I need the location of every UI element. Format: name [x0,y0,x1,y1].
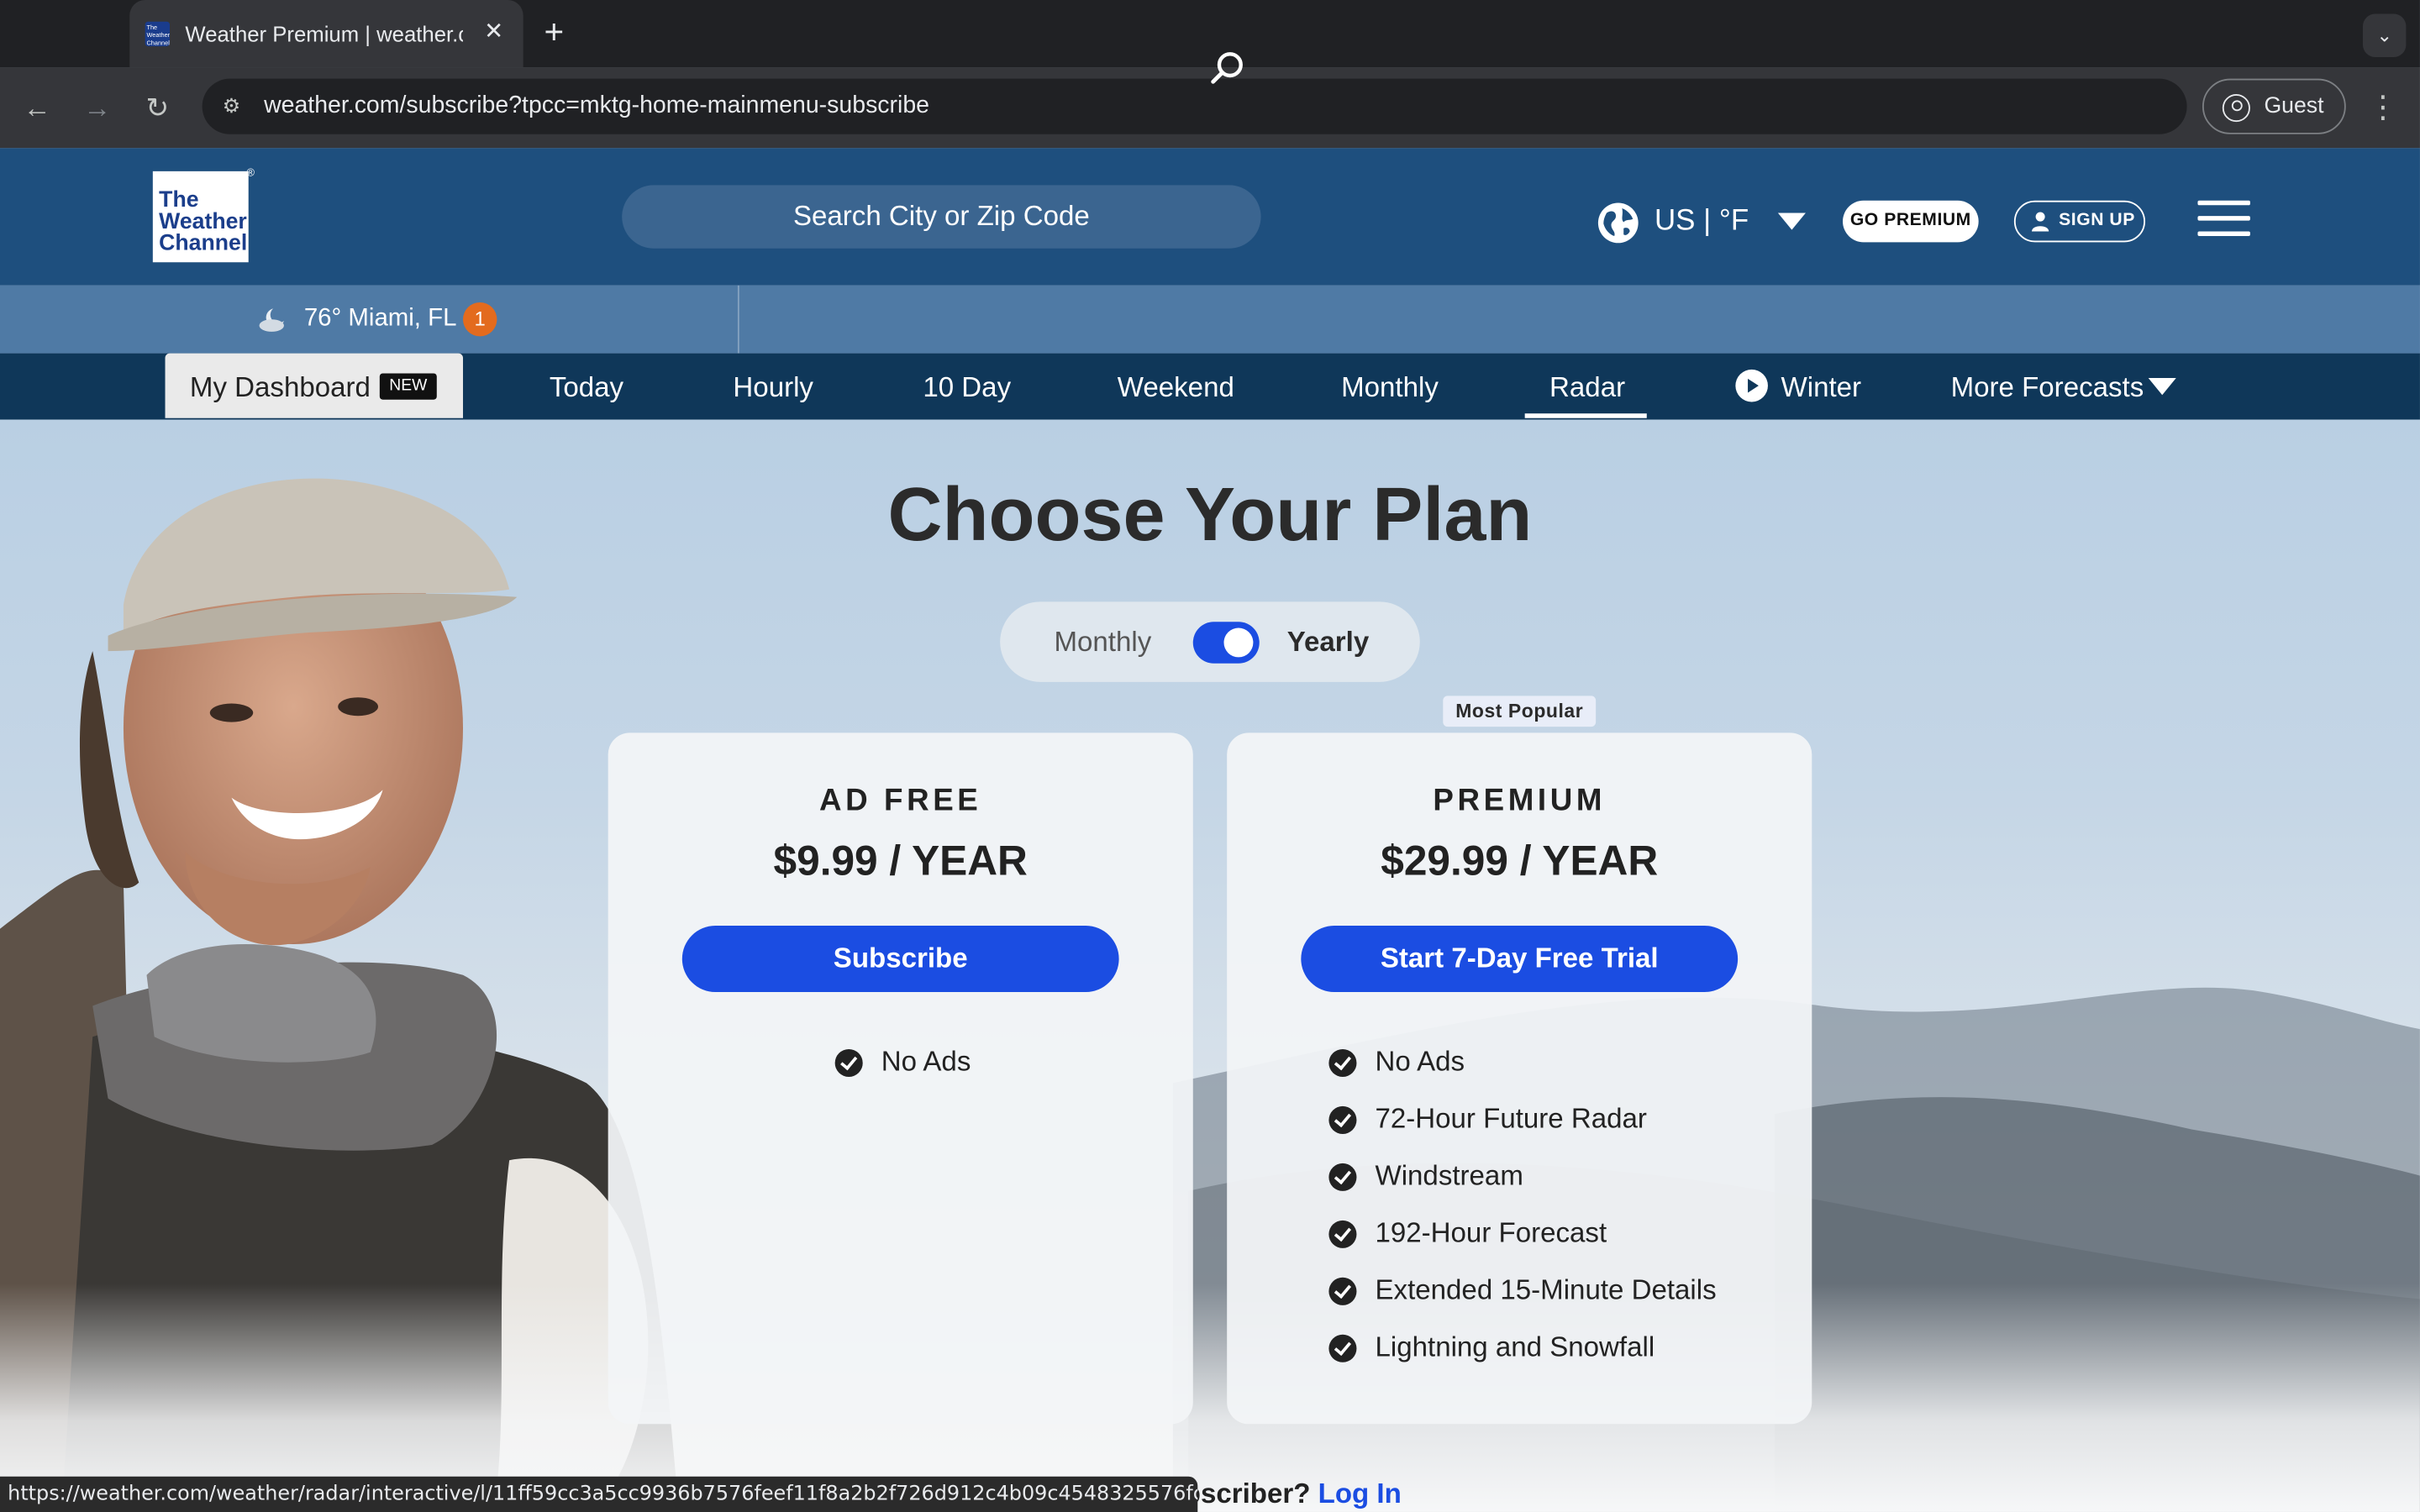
alert-count-badge[interactable]: 1 [463,302,497,337]
log-in-link[interactable]: Log In [1318,1478,1402,1509]
tab-radar[interactable]: Radar [1549,372,1625,405]
most-popular-badge: Most Popular [1443,696,1597,727]
address-bar[interactable]: ⚙ weather.com/subscribe?tpcc=mktg-home-m… [202,78,2187,134]
toggle-monthly-label[interactable]: Monthly [1054,627,1151,659]
plan-hero: Choose Your Plan Monthly Yearly Most Pop… [0,419,2420,1512]
checkmark-icon [1328,1220,1357,1248]
checkmark-icon [1328,1105,1357,1134]
current-location-weather[interactable]: 76° Miami, FL [304,306,457,333]
tab-label: My Dashboard [189,371,371,403]
checkmark-icon [1328,1334,1357,1362]
unit-selector[interactable]: US | °F [1655,205,1749,239]
go-premium-button[interactable]: GO PREMIUM [1843,200,1979,243]
sign-up-label: SIGN UP [2059,211,2135,230]
tab-search-chevron-icon[interactable]: ⌄ [2362,13,2407,57]
more-forecasts-caret-icon[interactable] [2148,377,2176,396]
plan-price: $9.99 / YEAR [773,837,1028,885]
tab-monthly[interactable]: Monthly [1341,372,1439,405]
reload-icon[interactable]: ↻ [137,88,177,129]
tab-more-forecasts[interactable]: More Forecasts [1951,372,2144,405]
feature-label: 72-Hour Future Radar [1375,1103,1647,1134]
divider [737,285,739,354]
site-info-icon[interactable]: ⚙ [218,92,245,120]
tab-winter[interactable]: Winter [1781,372,1862,405]
browser-tab[interactable]: The Weather Channel Weather Premium | we… [129,0,523,68]
globe-icon[interactable] [1597,202,1639,244]
partly-cloudy-night-icon [259,308,284,332]
logo-line: The [159,188,199,213]
search-icon[interactable] [1210,51,1244,85]
tab-weekend[interactable]: Weekend [1118,372,1234,405]
page-title: Choose Your Plan [887,473,1533,558]
profile-avatar-icon [2222,94,2250,123]
checkmark-icon [1328,1163,1357,1191]
search-placeholder: Search City or Zip Code [792,200,1090,232]
plan-name: AD FREE [819,784,982,818]
feature-label: Windstream [1375,1160,1523,1191]
play-icon[interactable] [1734,369,1768,402]
unit-dropdown-caret-icon[interactable] [1777,213,1806,230]
sign-up-button[interactable]: SIGN UP [2013,200,2146,243]
checkmark-icon [1328,1277,1357,1305]
tab-today[interactable]: Today [550,372,623,405]
new-badge: NEW [379,373,437,400]
plan-price: $29.99 / YEAR [1381,837,1659,885]
weather-channel-logo[interactable]: The Weather Channel ® [152,168,255,263]
checkmark-icon [834,1048,863,1078]
toggle-yearly-label[interactable]: Yearly [1287,627,1369,659]
active-tab-indicator [1524,413,1647,418]
feature-label: 192-Hour Forecast [1375,1217,1607,1248]
weather-channel-favicon-icon: The Weather Channel [145,21,171,47]
profile-button[interactable]: Guest [2202,78,2346,134]
address-url[interactable]: weather.com/subscribe?tpcc=mktg-home-mai… [264,92,929,120]
tab-title: Weather Premium | weather.c [185,21,464,47]
checkmark-icon [1328,1048,1357,1078]
plan-card-premium: PREMIUM $29.99 / YEAR Start 7-Day Free T… [1227,732,1812,1425]
profile-label: Guest [2264,94,2324,119]
feature-label: No Ads [881,1046,971,1078]
tab-my-dashboard[interactable]: My Dashboard NEW [165,353,464,418]
start-free-trial-button[interactable]: Start 7-Day Free Trial [1301,926,1739,992]
registered-mark-icon: ® [246,168,255,180]
forecast-nav: My Dashboard NEW Today Hourly 10 Day Wee… [0,353,2420,420]
back-arrow-icon[interactable]: ← [17,88,57,129]
search-input[interactable]: Search City or Zip Code [622,185,1261,249]
forward-arrow-icon[interactable]: → [77,88,118,129]
feature-label: Extended 15-Minute Details [1375,1274,1717,1305]
new-tab-icon[interactable]: + [537,14,571,49]
feature-label: Lightning and Snowfall [1375,1331,1655,1362]
browser-window: The Weather Channel Weather Premium | we… [0,0,2420,1512]
tab-hourly[interactable]: Hourly [733,372,813,405]
plan-card-ad-free: AD FREE $9.99 / YEAR Subscribe No Ads [608,732,1193,1425]
close-tab-icon[interactable]: ✕ [478,17,509,48]
status-bar-url: https://weather.com/weather/radar/intera… [0,1476,1198,1512]
browser-menu-icon[interactable]: ⋮ [2365,88,2402,129]
billing-toggle-switch[interactable] [1192,622,1260,664]
logo-line: Weather [159,209,247,235]
user-icon [2032,212,2049,232]
location-strip: 76° Miami, FL 1 [0,285,2420,354]
logo-line: Channel [159,231,248,256]
toggle-knob [1223,627,1254,658]
feature-label: No Ads [1375,1046,1465,1078]
tab-10-day[interactable]: 10 Day [923,372,1011,405]
subscribe-button[interactable]: Subscribe [681,926,1119,992]
plan-name: PREMIUM [1433,784,1607,818]
billing-period-toggle: Monthly Yearly [1000,601,1420,682]
hamburger-menu-icon[interactable] [2197,200,2250,238]
